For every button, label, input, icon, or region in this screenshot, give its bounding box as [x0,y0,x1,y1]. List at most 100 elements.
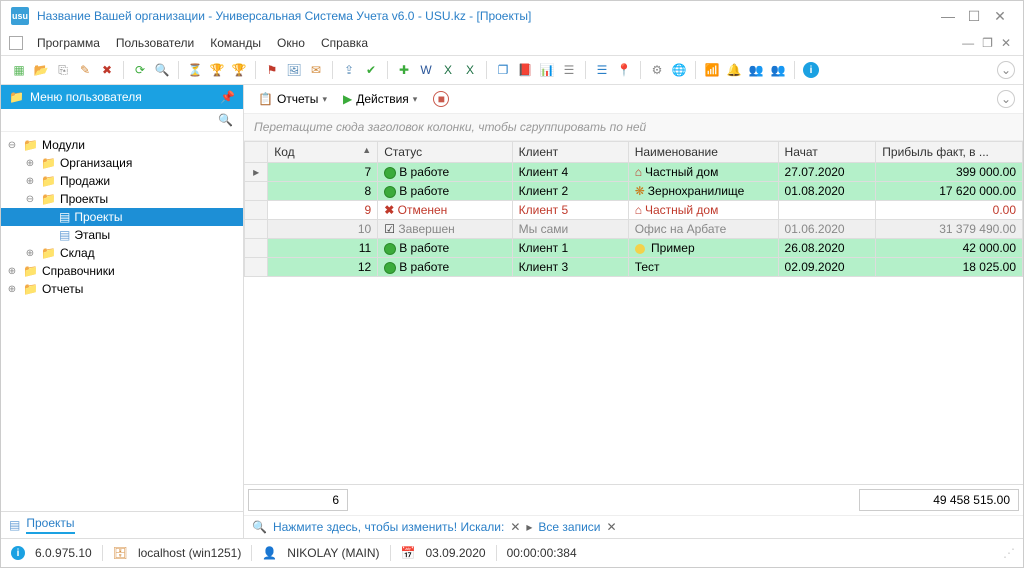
close-button[interactable]: ✕ [987,8,1013,25]
table-row[interactable]: 11В работеКлиент 1 Пример26.08.202042 00… [245,239,1023,258]
toolbar-filter-icon[interactable]: ⏳ [185,60,205,80]
info-icon[interactable]: i [11,546,25,560]
mdi-minimize-button[interactable]: — [958,36,978,50]
toolbar-new-icon[interactable]: ▦ [9,60,29,80]
tree-item-этапы[interactable]: ▤Этапы [1,226,243,244]
toolbar-excel-icon[interactable]: X [438,60,458,80]
toolbar-pin-icon[interactable]: 📍 [614,60,634,80]
tree-item-отчеты[interactable]: ⊕📁Отчеты [1,280,243,298]
sort-asc-icon: ▲ [362,145,371,155]
toolbar-plus-icon[interactable]: ✚ [394,60,414,80]
table-row[interactable]: 8В работеКлиент 2❋Зернохранилище01.08.20… [245,182,1023,201]
tree-item-справочники[interactable]: ⊕📁Справочники [1,262,243,280]
table-row[interactable]: 9✖ ОтмененКлиент 5⌂Частный дом0.00 [245,201,1023,220]
data-grid[interactable]: Код▲ Статус Клиент Наименование Начат Пр… [244,141,1023,484]
toolbar-rss-icon[interactable]: 📶 [702,60,722,80]
system-menu-icon[interactable] [9,36,23,50]
menu-program[interactable]: Программа [29,33,108,53]
main-area: 📋 Отчеты ▾ ▶ Действия ▾ ■ ⌄ Перетащите с… [244,85,1023,538]
toolbar-image-icon[interactable]: 🖼 [284,60,304,80]
toolbar-book-icon[interactable]: 📕 [515,60,535,80]
toolbar-trophy-icon[interactable]: 🏆 [207,60,227,80]
grid-collapse-icon[interactable]: ⌄ [997,90,1015,108]
grain-icon: ❋ [635,184,645,198]
col-profit[interactable]: Прибыль факт, в ... [876,142,1023,163]
menu-commands[interactable]: Команды [202,33,269,53]
expand-icon[interactable]: ⊕ [23,248,37,259]
sidebar-tab-projects[interactable]: ▤ Проекты [1,511,243,538]
stop-icon: ■ [433,91,449,107]
toolbar-collapse-icon[interactable]: ⌄ [997,61,1015,79]
table-row[interactable]: 10☑ ЗавершенМы самиОфис на Арбате01.06.2… [245,220,1023,239]
mdi-restore-button[interactable]: ❐ [978,36,997,50]
actions-button[interactable]: ▶ Действия ▾ [337,90,423,108]
expand-icon[interactable]: ⊖ [23,194,37,205]
filter-hint[interactable]: Нажмите здесь, чтобы изменить! Искали: [273,520,504,534]
tree-item-склад[interactable]: ⊕📁Склад [1,244,243,262]
toolbar-refresh-icon[interactable]: ⟳ [130,60,150,80]
tree-item-продажи[interactable]: ⊕📁Продажи [1,172,243,190]
clear-filter-icon[interactable]: ✕ [607,520,617,534]
toolbar-delete-icon[interactable]: ✖ [97,60,117,80]
tree-item-проекты[interactable]: ▤Проекты [1,208,243,226]
grid-footer: 6 49 458 515.00 [244,484,1023,515]
tree-item-модули[interactable]: ⊖📁Модули [1,136,243,154]
col-client[interactable]: Клиент [512,142,628,163]
cell-name: ❋Зернохранилище [628,182,778,201]
toolbar-list2-icon[interactable]: ☰ [592,60,612,80]
toolbar-excel2-icon[interactable]: X [460,60,480,80]
mdi-close-button[interactable]: ✕ [997,36,1015,50]
pin-icon[interactable]: 📌 [220,90,235,104]
expand-icon[interactable]: ⊕ [5,266,19,277]
toolbar-list-icon[interactable]: ☰ [559,60,579,80]
toolbar-check-icon[interactable]: ✔ [361,60,381,80]
cell-code: 10 [268,220,378,239]
clear-search-icon[interactable]: ✕ [510,520,520,534]
search-icon[interactable]: 🔍 [218,113,239,127]
expand-icon[interactable]: ⊕ [23,158,37,169]
toolbar-mail-icon[interactable]: ✉ [306,60,326,80]
toolbar-edit-icon[interactable]: ✎ [75,60,95,80]
toolbar-word-icon[interactable]: W [416,60,436,80]
toolbar-open-icon[interactable]: 📂 [31,60,51,80]
group-by-bar[interactable]: Перетащите сюда заголовок колонки, чтобы… [244,114,1023,141]
tree-item-проекты[interactable]: ⊖📁Проекты [1,190,243,208]
expand-icon[interactable]: ⊖ [5,140,19,151]
toolbar-flag-icon[interactable]: ⚑ [262,60,282,80]
toolbar-users2-icon[interactable]: 👥 [768,60,788,80]
table-row[interactable]: 12В работеКлиент 3Тест02.09.202018 025.0… [245,258,1023,277]
col-status[interactable]: Статус [378,142,512,163]
toolbar-window-icon[interactable]: ❐ [493,60,513,80]
toolbar-globe-icon[interactable]: 🌐 [669,60,689,80]
cell-code: 7 [268,163,378,182]
resize-grip-icon[interactable]: ⋰ [1003,546,1013,560]
menu-users[interactable]: Пользователи [108,33,202,53]
toolbar-users-icon[interactable]: 👥 [746,60,766,80]
row-marker [245,182,268,201]
minimize-button[interactable]: — [935,8,961,24]
toolbar-search-icon[interactable]: 🔍 [152,60,172,80]
toolbar-trophy2-icon[interactable]: 🏆 [229,60,249,80]
menu-window[interactable]: Окно [269,33,313,53]
expand-icon[interactable]: ⊕ [23,176,37,187]
toolbar-export-icon[interactable]: ⇪ [339,60,359,80]
expand-icon[interactable]: ⊕ [5,284,19,295]
reports-button[interactable]: 📋 Отчеты ▾ [252,90,333,108]
col-name[interactable]: Наименование [628,142,778,163]
toolbar-bell-icon[interactable]: 🔔 [724,60,744,80]
toolbar-gear-icon[interactable]: ⚙ [647,60,667,80]
stop-button[interactable]: ■ [427,89,455,109]
toolbar-copy-icon[interactable]: ⎘ [53,60,73,80]
status-version: 6.0.975.10 [35,546,92,560]
document-icon: ▤ [9,518,20,532]
menu-help[interactable]: Справка [313,33,376,53]
tree-item-организация[interactable]: ⊕📁Организация [1,154,243,172]
col-code[interactable]: Код▲ [268,142,378,163]
toolbar-info-icon[interactable]: i [801,60,821,80]
filter-all-records[interactable]: Все записи [538,520,600,534]
col-started[interactable]: Начат [778,142,876,163]
cell-code: 9 [268,201,378,220]
table-row[interactable]: ▸7В работеКлиент 4⌂Частный дом27.07.2020… [245,163,1023,182]
maximize-button[interactable]: ☐ [961,8,987,25]
toolbar-chart-icon[interactable]: 📊 [537,60,557,80]
